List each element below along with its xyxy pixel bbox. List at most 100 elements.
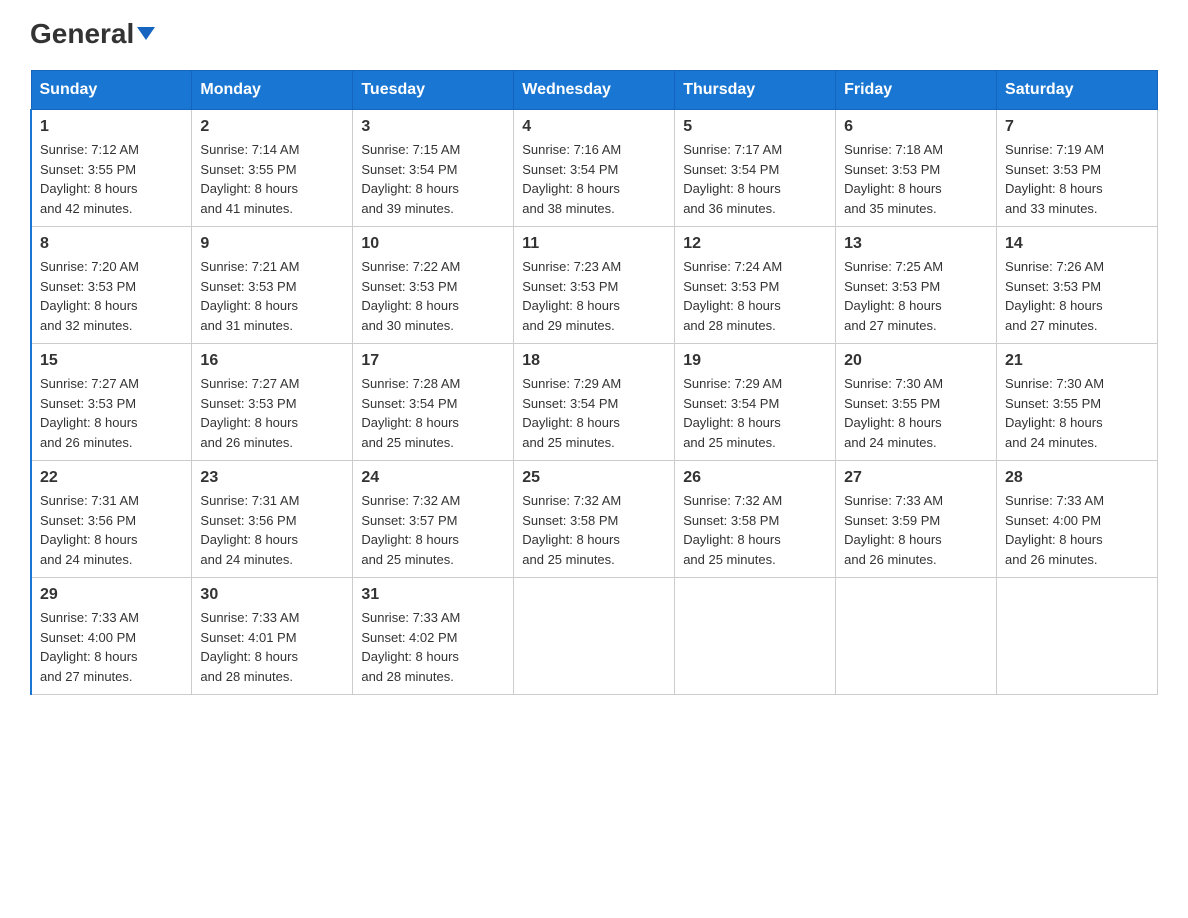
calendar-day-cell: 12 Sunrise: 7:24 AM Sunset: 3:53 PM Dayl… bbox=[675, 227, 836, 344]
day-info: Sunrise: 7:33 AM Sunset: 4:00 PM Dayligh… bbox=[1005, 491, 1149, 569]
day-number: 20 bbox=[844, 352, 988, 370]
calendar-day-cell: 8 Sunrise: 7:20 AM Sunset: 3:53 PM Dayli… bbox=[31, 227, 192, 344]
day-info: Sunrise: 7:30 AM Sunset: 3:55 PM Dayligh… bbox=[1005, 374, 1149, 452]
calendar-day-cell: 22 Sunrise: 7:31 AM Sunset: 3:56 PM Dayl… bbox=[31, 461, 192, 578]
day-info: Sunrise: 7:29 AM Sunset: 3:54 PM Dayligh… bbox=[522, 374, 666, 452]
calendar-day-cell: 6 Sunrise: 7:18 AM Sunset: 3:53 PM Dayli… bbox=[836, 110, 997, 227]
day-number: 30 bbox=[200, 586, 344, 604]
calendar-day-cell bbox=[514, 578, 675, 695]
day-info: Sunrise: 7:27 AM Sunset: 3:53 PM Dayligh… bbox=[40, 374, 183, 452]
day-number: 21 bbox=[1005, 352, 1149, 370]
day-number: 23 bbox=[200, 469, 344, 487]
day-number: 5 bbox=[683, 118, 827, 136]
day-info: Sunrise: 7:32 AM Sunset: 3:57 PM Dayligh… bbox=[361, 491, 505, 569]
calendar-day-cell: 3 Sunrise: 7:15 AM Sunset: 3:54 PM Dayli… bbox=[353, 110, 514, 227]
day-number: 15 bbox=[40, 352, 183, 370]
day-of-week-header: Wednesday bbox=[514, 71, 675, 110]
calendar-day-cell: 2 Sunrise: 7:14 AM Sunset: 3:55 PM Dayli… bbox=[192, 110, 353, 227]
day-number: 26 bbox=[683, 469, 827, 487]
day-number: 14 bbox=[1005, 235, 1149, 253]
day-of-week-header: Thursday bbox=[675, 71, 836, 110]
day-info: Sunrise: 7:22 AM Sunset: 3:53 PM Dayligh… bbox=[361, 257, 505, 335]
day-info: Sunrise: 7:33 AM Sunset: 4:02 PM Dayligh… bbox=[361, 608, 505, 686]
day-info: Sunrise: 7:18 AM Sunset: 3:53 PM Dayligh… bbox=[844, 140, 988, 218]
day-info: Sunrise: 7:30 AM Sunset: 3:55 PM Dayligh… bbox=[844, 374, 988, 452]
calendar-day-cell: 1 Sunrise: 7:12 AM Sunset: 3:55 PM Dayli… bbox=[31, 110, 192, 227]
day-info: Sunrise: 7:16 AM Sunset: 3:54 PM Dayligh… bbox=[522, 140, 666, 218]
day-number: 22 bbox=[40, 469, 183, 487]
day-info: Sunrise: 7:12 AM Sunset: 3:55 PM Dayligh… bbox=[40, 140, 183, 218]
day-number: 18 bbox=[522, 352, 666, 370]
day-number: 13 bbox=[844, 235, 988, 253]
calendar-week-row: 8 Sunrise: 7:20 AM Sunset: 3:53 PM Dayli… bbox=[31, 227, 1158, 344]
calendar-day-cell: 7 Sunrise: 7:19 AM Sunset: 3:53 PM Dayli… bbox=[997, 110, 1158, 227]
calendar-day-cell bbox=[836, 578, 997, 695]
day-number: 27 bbox=[844, 469, 988, 487]
calendar-day-cell: 21 Sunrise: 7:30 AM Sunset: 3:55 PM Dayl… bbox=[997, 344, 1158, 461]
day-info: Sunrise: 7:15 AM Sunset: 3:54 PM Dayligh… bbox=[361, 140, 505, 218]
day-number: 1 bbox=[40, 118, 183, 136]
calendar-week-row: 22 Sunrise: 7:31 AM Sunset: 3:56 PM Dayl… bbox=[31, 461, 1158, 578]
day-number: 25 bbox=[522, 469, 666, 487]
day-number: 4 bbox=[522, 118, 666, 136]
day-info: Sunrise: 7:26 AM Sunset: 3:53 PM Dayligh… bbox=[1005, 257, 1149, 335]
calendar-day-cell: 19 Sunrise: 7:29 AM Sunset: 3:54 PM Dayl… bbox=[675, 344, 836, 461]
day-number: 29 bbox=[40, 586, 183, 604]
day-info: Sunrise: 7:33 AM Sunset: 3:59 PM Dayligh… bbox=[844, 491, 988, 569]
calendar-day-cell: 28 Sunrise: 7:33 AM Sunset: 4:00 PM Dayl… bbox=[997, 461, 1158, 578]
day-of-week-header: Sunday bbox=[31, 71, 192, 110]
day-number: 24 bbox=[361, 469, 505, 487]
day-number: 19 bbox=[683, 352, 827, 370]
day-info: Sunrise: 7:29 AM Sunset: 3:54 PM Dayligh… bbox=[683, 374, 827, 452]
logo: General bbox=[30, 20, 155, 50]
calendar-day-cell bbox=[997, 578, 1158, 695]
calendar-week-row: 1 Sunrise: 7:12 AM Sunset: 3:55 PM Dayli… bbox=[31, 110, 1158, 227]
day-number: 6 bbox=[844, 118, 988, 136]
day-info: Sunrise: 7:32 AM Sunset: 3:58 PM Dayligh… bbox=[683, 491, 827, 569]
calendar-day-cell: 18 Sunrise: 7:29 AM Sunset: 3:54 PM Dayl… bbox=[514, 344, 675, 461]
day-info: Sunrise: 7:27 AM Sunset: 3:53 PM Dayligh… bbox=[200, 374, 344, 452]
logo-general: General bbox=[30, 20, 155, 48]
day-info: Sunrise: 7:17 AM Sunset: 3:54 PM Dayligh… bbox=[683, 140, 827, 218]
calendar-day-cell: 29 Sunrise: 7:33 AM Sunset: 4:00 PM Dayl… bbox=[31, 578, 192, 695]
day-info: Sunrise: 7:21 AM Sunset: 3:53 PM Dayligh… bbox=[200, 257, 344, 335]
day-number: 31 bbox=[361, 586, 505, 604]
calendar-header: SundayMondayTuesdayWednesdayThursdayFrid… bbox=[31, 71, 1158, 110]
calendar-day-cell: 31 Sunrise: 7:33 AM Sunset: 4:02 PM Dayl… bbox=[353, 578, 514, 695]
day-info: Sunrise: 7:19 AM Sunset: 3:53 PM Dayligh… bbox=[1005, 140, 1149, 218]
calendar-day-cell: 9 Sunrise: 7:21 AM Sunset: 3:53 PM Dayli… bbox=[192, 227, 353, 344]
page-header: General bbox=[30, 20, 1158, 50]
day-number: 8 bbox=[40, 235, 183, 253]
day-of-week-header: Tuesday bbox=[353, 71, 514, 110]
day-info: Sunrise: 7:33 AM Sunset: 4:01 PM Dayligh… bbox=[200, 608, 344, 686]
day-info: Sunrise: 7:25 AM Sunset: 3:53 PM Dayligh… bbox=[844, 257, 988, 335]
calendar-day-cell: 14 Sunrise: 7:26 AM Sunset: 3:53 PM Dayl… bbox=[997, 227, 1158, 344]
day-number: 12 bbox=[683, 235, 827, 253]
header-row: SundayMondayTuesdayWednesdayThursdayFrid… bbox=[31, 71, 1158, 110]
day-of-week-header: Monday bbox=[192, 71, 353, 110]
calendar-day-cell: 20 Sunrise: 7:30 AM Sunset: 3:55 PM Dayl… bbox=[836, 344, 997, 461]
day-info: Sunrise: 7:20 AM Sunset: 3:53 PM Dayligh… bbox=[40, 257, 183, 335]
day-info: Sunrise: 7:28 AM Sunset: 3:54 PM Dayligh… bbox=[361, 374, 505, 452]
day-number: 11 bbox=[522, 235, 666, 253]
calendar-day-cell: 25 Sunrise: 7:32 AM Sunset: 3:58 PM Dayl… bbox=[514, 461, 675, 578]
calendar-day-cell: 11 Sunrise: 7:23 AM Sunset: 3:53 PM Dayl… bbox=[514, 227, 675, 344]
day-info: Sunrise: 7:31 AM Sunset: 3:56 PM Dayligh… bbox=[200, 491, 344, 569]
calendar-body: 1 Sunrise: 7:12 AM Sunset: 3:55 PM Dayli… bbox=[31, 110, 1158, 695]
calendar-table: SundayMondayTuesdayWednesdayThursdayFrid… bbox=[30, 70, 1158, 695]
calendar-day-cell: 13 Sunrise: 7:25 AM Sunset: 3:53 PM Dayl… bbox=[836, 227, 997, 344]
calendar-day-cell: 30 Sunrise: 7:33 AM Sunset: 4:01 PM Dayl… bbox=[192, 578, 353, 695]
day-number: 10 bbox=[361, 235, 505, 253]
day-info: Sunrise: 7:24 AM Sunset: 3:53 PM Dayligh… bbox=[683, 257, 827, 335]
calendar-day-cell: 17 Sunrise: 7:28 AM Sunset: 3:54 PM Dayl… bbox=[353, 344, 514, 461]
calendar-day-cell: 24 Sunrise: 7:32 AM Sunset: 3:57 PM Dayl… bbox=[353, 461, 514, 578]
day-number: 17 bbox=[361, 352, 505, 370]
calendar-day-cell: 5 Sunrise: 7:17 AM Sunset: 3:54 PM Dayli… bbox=[675, 110, 836, 227]
calendar-day-cell: 26 Sunrise: 7:32 AM Sunset: 3:58 PM Dayl… bbox=[675, 461, 836, 578]
day-of-week-header: Saturday bbox=[997, 71, 1158, 110]
day-info: Sunrise: 7:14 AM Sunset: 3:55 PM Dayligh… bbox=[200, 140, 344, 218]
calendar-day-cell: 4 Sunrise: 7:16 AM Sunset: 3:54 PM Dayli… bbox=[514, 110, 675, 227]
calendar-day-cell: 15 Sunrise: 7:27 AM Sunset: 3:53 PM Dayl… bbox=[31, 344, 192, 461]
calendar-day-cell: 23 Sunrise: 7:31 AM Sunset: 3:56 PM Dayl… bbox=[192, 461, 353, 578]
day-info: Sunrise: 7:31 AM Sunset: 3:56 PM Dayligh… bbox=[40, 491, 183, 569]
